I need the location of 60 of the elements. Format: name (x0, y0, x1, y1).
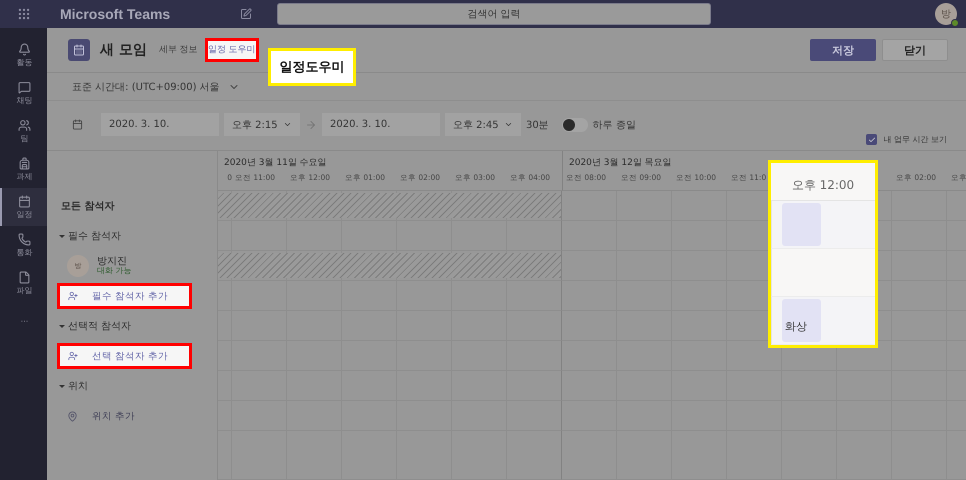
end-date-field[interactable]: 2020. 3. 10. (322, 113, 440, 136)
save-button[interactable]: 저장 (810, 39, 876, 61)
people-icon (18, 118, 31, 132)
all-day-toggle[interactable] (562, 118, 588, 132)
rail-item[interactable]: 채팅 (0, 74, 47, 112)
add-attendee-button[interactable]: 필수 참석자 추가 (57, 283, 192, 309)
add-attendee-button[interactable]: 선택 참석자 추가 (57, 343, 192, 369)
arrow-icon (305, 118, 317, 130)
day-label: 2020년 3월 11일 수요일 (223, 157, 328, 170)
tab[interactable]: 일정 도우미 (204, 38, 259, 62)
file-icon (18, 270, 31, 284)
chevron-icon[interactable] (282, 120, 292, 129)
calendar-badge (68, 39, 90, 61)
caret-icon[interactable] (59, 384, 65, 388)
backpack-icon (18, 156, 31, 170)
search-field[interactable]: 검색어 입력 (277, 3, 711, 25)
callout-label: 일정도우미 (268, 48, 356, 86)
work-hours-label: 내 업무 시간 보기 (883, 134, 947, 145)
compose-icon[interactable] (240, 8, 252, 20)
section-title: 모든 참석자 (61, 200, 114, 213)
section-label[interactable]: 선택적 참석자 (68, 319, 132, 333)
rail-item[interactable]: ··· (0, 302, 47, 340)
check-icon (868, 136, 876, 144)
work-hours-checkbox[interactable] (866, 134, 878, 145)
section-label[interactable]: 필수 참석자 (68, 229, 122, 243)
day-label: 2020년 3월 12일 목요일 (568, 157, 673, 170)
calendar-icon (72, 119, 83, 130)
start-time-field[interactable]: 오후 2:15 (224, 113, 300, 136)
section-label[interactable]: 위치 (68, 379, 88, 393)
duration-label: 30분 (526, 118, 549, 132)
rail-item[interactable]: 일정 (0, 188, 47, 226)
presence-status: 대화 가능 (97, 267, 132, 276)
caret-icon[interactable] (59, 234, 65, 238)
phone-icon (18, 232, 31, 246)
rail-item[interactable]: 과제 (0, 150, 47, 188)
rail-item[interactable]: 팀 (0, 112, 47, 150)
rail-item[interactable]: 파일 (0, 264, 47, 302)
bell-icon (18, 42, 31, 56)
user-avatar[interactable]: 방 (935, 3, 957, 25)
meeting-title: 새 모임 (100, 41, 147, 59)
add-location-button[interactable]: 위치 추가 (57, 408, 142, 424)
rail-item[interactable]: 활동 (0, 36, 47, 74)
caret-icon[interactable] (59, 324, 65, 328)
all-day-label: 하루 종일 (592, 118, 636, 132)
close-button[interactable]: 닫기 (882, 39, 948, 61)
start-date-field[interactable]: 2020. 3. 10. (101, 113, 219, 136)
chevron-icon[interactable] (504, 120, 513, 129)
busy-block: 화상 (782, 299, 821, 342)
apps-grid-icon[interactable] (16, 7, 30, 21)
calendar-icon (18, 194, 31, 208)
end-time-field[interactable]: 오후 2:45 (445, 113, 521, 136)
tab[interactable]: 세부 정보 (156, 38, 201, 62)
timezone-label[interactable]: 표준 시간대: (UTC+09:00) 서울 (72, 80, 220, 94)
add-people-icon (68, 291, 78, 301)
chat-icon (18, 80, 31, 94)
app-title: Microsoft Teams (60, 6, 172, 22)
pin-icon (67, 410, 78, 422)
attendee-name: 방지진 (97, 256, 127, 268)
add-people-icon (68, 351, 78, 361)
rail-item[interactable]: 통화 (0, 226, 47, 264)
